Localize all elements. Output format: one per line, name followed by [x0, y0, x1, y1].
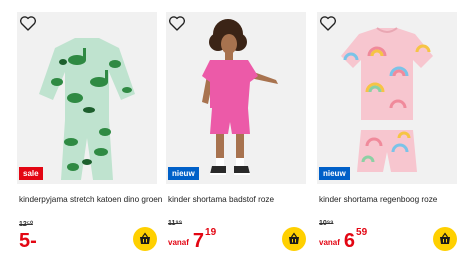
price-from-label: vanaf	[168, 238, 189, 247]
product-card[interactable]: nieuw kinder shortama regenboog roze 10⁹…	[317, 12, 457, 252]
product-title[interactable]: kinderpyjama stretch katoen dino groen	[19, 194, 162, 205]
product-image[interactable]: nieuw	[317, 12, 457, 184]
product-card[interactable]: sale kinderpyjama stretch katoen dino gr…	[17, 12, 162, 252]
basket-icon	[440, 232, 450, 244]
heart-icon[interactable]	[166, 12, 188, 34]
old-price: 11⁹⁹	[168, 220, 183, 227]
product-image[interactable]: nieuw	[166, 12, 306, 184]
price: vanaf 6 59	[319, 227, 368, 252]
product-title[interactable]: kinder shortama badstof roze	[168, 194, 306, 205]
product-grid: sale kinderpyjama stretch katoen dino gr…	[0, 0, 475, 261]
product-card[interactable]: nieuw kinder shortama badstof roze 11⁹⁹ …	[166, 12, 306, 252]
new-badge: nieuw	[168, 167, 199, 180]
basket-icon	[140, 232, 150, 244]
price-from-label: vanaf	[319, 238, 340, 247]
sale-badge: sale	[19, 167, 43, 180]
heart-icon[interactable]	[317, 12, 339, 34]
old-price: 10⁹⁹	[319, 220, 334, 227]
price: vanaf 7 19	[168, 227, 217, 252]
add-to-cart-button[interactable]	[133, 227, 157, 251]
basket-icon	[289, 232, 299, 244]
price-cents: 59	[356, 227, 368, 238]
price-main: 5	[19, 230, 31, 252]
rainbow-shortama-image	[317, 12, 457, 184]
add-to-cart-button[interactable]	[282, 227, 306, 251]
heart-icon[interactable]	[17, 12, 39, 34]
product-title[interactable]: kinder shortama regenboog roze	[319, 194, 457, 205]
price-cents: 19	[205, 227, 217, 238]
product-image[interactable]: sale	[17, 12, 157, 184]
new-badge: nieuw	[319, 167, 350, 180]
dino-pyjama-image	[17, 12, 157, 184]
price-suffix: -	[30, 230, 37, 252]
price: 5 -	[19, 227, 37, 251]
price-main: 6	[343, 230, 356, 252]
add-to-cart-button[interactable]	[433, 227, 457, 251]
price-main: 7	[192, 230, 205, 252]
model-pink-outfit-image	[166, 12, 306, 184]
